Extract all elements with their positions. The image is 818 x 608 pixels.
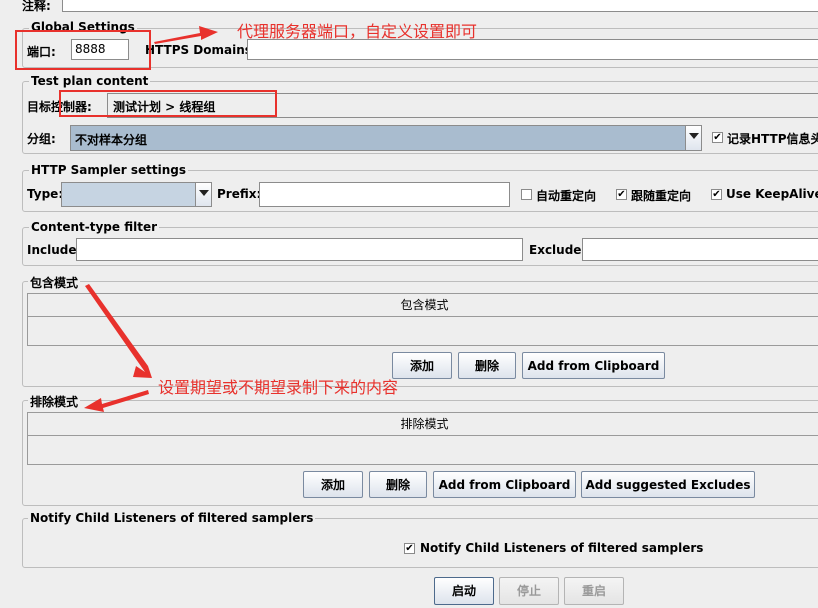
exclude-arrow <box>84 390 149 412</box>
proxy-note-arrow <box>154 26 218 44</box>
include-arrow <box>85 284 152 378</box>
annotation-arrows <box>84 26 218 412</box>
